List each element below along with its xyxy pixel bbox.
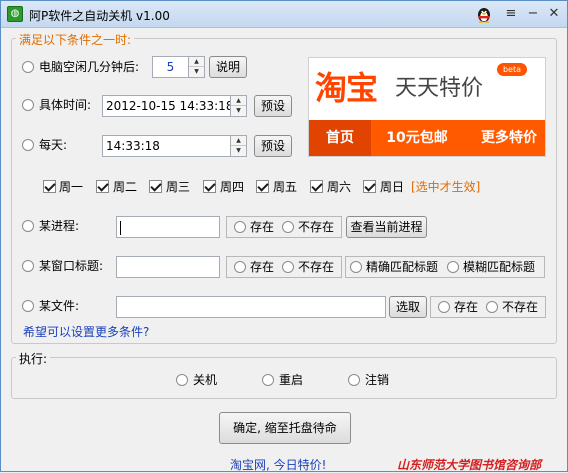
daily-time-stepper[interactable]: ▲ ▼ <box>230 135 247 157</box>
weekday-checkbox-thu[interactable] <box>203 180 216 193</box>
window-exists-radio[interactable] <box>234 261 246 273</box>
process-not-exists-radio[interactable] <box>282 221 294 233</box>
idle-minutes-input[interactable]: 5 <box>152 56 189 78</box>
process-exists-label: 存在 <box>250 220 275 234</box>
ad-slogan: 天天特价 <box>395 76 484 101</box>
beta-badge: beta <box>497 63 527 76</box>
file-not-exists-radio[interactable] <box>486 301 498 313</box>
shutdown-label: 关机 <box>193 373 218 387</box>
process-not-exists-label: 不存在 <box>298 220 335 234</box>
match-mode-group: 精确匹配标题 模糊匹配标题 <box>345 256 545 278</box>
stepper-up-icon[interactable]: ▲ <box>231 96 246 106</box>
app-icon: ◍ <box>7 6 23 22</box>
view-processes-button[interactable]: 查看当前进程 <box>346 216 427 238</box>
file-label: 某文件: <box>39 299 80 313</box>
logoff-label: 注销 <box>365 373 390 387</box>
window-exists-group: 存在 不存在 <box>226 256 342 278</box>
file-radio[interactable] <box>22 300 34 312</box>
title-bar[interactable]: ◍ 阿P软件之自动关机 v1.00 ≡ − ✕ <box>1 1 567 28</box>
weekday-checkbox-tue[interactable] <box>96 180 109 193</box>
idle-radio[interactable] <box>22 61 34 73</box>
datetime-label: 具体时间: <box>39 98 92 112</box>
window-exists-label: 存在 <box>250 260 275 274</box>
footer-taobao-link[interactable]: 淘宝网, 今日特价! <box>230 456 326 473</box>
datetime-preset-button[interactable]: 预设 <box>254 95 292 117</box>
weekday-checkbox-sat[interactable] <box>310 180 323 193</box>
stepper-down-icon[interactable]: ▼ <box>231 146 246 156</box>
weekday-note: [选中才生效] <box>411 180 481 194</box>
weekday-label-wed: 周三 <box>166 180 191 194</box>
window-title: 阿P软件之自动关机 v1.00 <box>29 9 170 23</box>
fuzzy-match-radio[interactable] <box>447 261 459 273</box>
exact-match-label: 精确匹配标题 <box>366 260 439 274</box>
help-button[interactable]: 说明 <box>209 56 247 78</box>
weekday-checkbox-fri[interactable] <box>256 180 269 193</box>
text-cursor <box>120 220 121 235</box>
ad-tab-free-shipping[interactable]: 10元包邮 <box>371 120 463 156</box>
datetime-stepper[interactable]: ▲ ▼ <box>230 95 247 117</box>
window-not-exists-radio[interactable] <box>282 261 294 273</box>
window-title-radio[interactable] <box>22 260 34 272</box>
restart-radio[interactable] <box>262 374 274 386</box>
ad-tab-more-deals[interactable]: 更多特价 <box>469 120 545 156</box>
file-path-input[interactable] <box>116 296 386 318</box>
stepper-up-icon[interactable]: ▲ <box>231 136 246 146</box>
file-exists-group: 存在 不存在 <box>430 296 546 318</box>
datetime-input[interactable]: 2012-10-15 14:33:18 <box>102 95 231 117</box>
app-window: ◍ 阿P软件之自动关机 v1.00 ≡ − ✕ 满足以下条件之一时: 电脑空闲几… <box>0 0 568 472</box>
weekday-label-thu: 周四 <box>220 180 245 194</box>
weekday-label-fri: 周五 <box>273 180 298 194</box>
process-exists-radio[interactable] <box>234 221 246 233</box>
process-exists-group: 存在 不存在 <box>226 216 342 238</box>
ad-tab-home[interactable]: 首页 <box>309 120 371 156</box>
window-not-exists-label: 不存在 <box>298 260 335 274</box>
restart-label: 重启 <box>279 373 304 387</box>
fuzzy-match-label: 模糊匹配标题 <box>463 260 536 274</box>
logoff-radio[interactable] <box>348 374 360 386</box>
weekday-label-mon: 周一 <box>59 180 84 194</box>
file-exists-radio[interactable] <box>438 301 450 313</box>
minimize-button[interactable]: − <box>523 5 543 23</box>
stepper-down-icon[interactable]: ▼ <box>189 67 204 77</box>
weekday-checkbox-wed[interactable] <box>149 180 162 193</box>
execute-legend: 执行: <box>16 350 51 367</box>
daily-time-input[interactable]: 14:33:18 <box>102 135 231 157</box>
shutdown-radio[interactable] <box>176 374 188 386</box>
stepper-up-icon[interactable]: ▲ <box>189 57 204 67</box>
stepper-down-icon[interactable]: ▼ <box>231 106 246 116</box>
close-button[interactable]: ✕ <box>544 5 564 23</box>
idle-label: 电脑空闲几分钟后: <box>39 60 140 74</box>
footer-watermark: 山东师范大学图书馆咨询部 <box>397 458 542 472</box>
process-label: 某进程: <box>39 219 80 233</box>
daily-radio[interactable] <box>22 139 34 151</box>
weekday-checkbox-mon[interactable] <box>43 180 56 193</box>
process-radio[interactable] <box>22 220 34 232</box>
conditions-legend: 满足以下条件之一时: <box>16 31 135 48</box>
window-title-input[interactable] <box>116 256 220 278</box>
file-exists-label: 存在 <box>454 300 479 314</box>
confirm-minimize-to-tray-button[interactable]: 确定, 缩至托盘待命 <box>219 412 351 444</box>
menu-icon[interactable]: ≡ <box>501 5 521 23</box>
process-input[interactable] <box>116 216 220 238</box>
exact-match-radio[interactable] <box>350 261 362 273</box>
weekday-checkbox-sun[interactable] <box>363 180 376 193</box>
weekday-label-sun: 周日 <box>380 180 405 194</box>
ad-header: 淘宝 天天特价 beta <box>309 58 545 120</box>
daily-preset-button[interactable]: 预设 <box>254 135 292 157</box>
file-not-exists-label: 不存在 <box>502 300 539 314</box>
qq-penguin-icon[interactable] <box>475 5 493 23</box>
datetime-radio[interactable] <box>22 99 34 111</box>
more-conditions-link[interactable]: 希望可以设置更多条件? <box>23 323 149 340</box>
browse-file-button[interactable]: 选取 <box>389 296 427 318</box>
daily-label: 每天: <box>39 138 68 152</box>
window-title-label: 某窗口标题: <box>39 259 104 273</box>
ad-nav-bar: 首页 10元包邮 更多特价 <box>309 120 545 156</box>
taobao-ad-banner[interactable]: 淘宝 天天特价 beta 首页 10元包邮 更多特价 <box>308 57 546 157</box>
weekday-label-tue: 周二 <box>113 180 138 194</box>
taobao-logo: 淘宝 <box>315 69 378 107</box>
weekday-label-sat: 周六 <box>327 180 352 194</box>
idle-minutes-stepper[interactable]: ▲ ▼ <box>188 56 205 78</box>
